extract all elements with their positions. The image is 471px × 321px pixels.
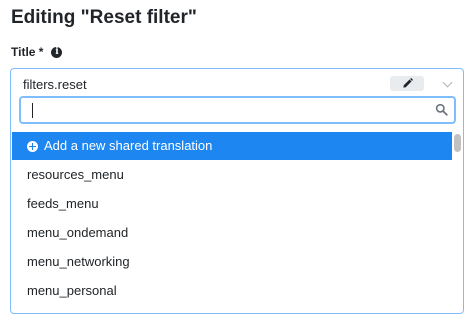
option-label: Add a new shared translation xyxy=(44,138,213,153)
list-item[interactable]: menu_personal xyxy=(12,276,452,305)
list-item[interactable]: menu_networking xyxy=(12,247,452,276)
pencil-icon xyxy=(402,78,413,88)
selected-value: filters.reset xyxy=(23,77,87,92)
options-list: Add a new shared translation resources_m… xyxy=(12,132,452,314)
title-field-label: Title * i xyxy=(11,45,63,59)
list-item[interactable]: resources_menu xyxy=(12,160,452,189)
title-label-text: Title * xyxy=(11,45,44,59)
scrollbar[interactable] xyxy=(452,132,463,314)
search-field[interactable] xyxy=(19,96,456,124)
list-item[interactable]: feeds_menu xyxy=(12,189,452,218)
search-input[interactable] xyxy=(25,100,433,120)
text-caret xyxy=(32,103,33,118)
add-shared-translation-option[interactable]: Add a new shared translation xyxy=(12,132,452,160)
edit-button[interactable] xyxy=(390,76,424,91)
plus-circle-icon xyxy=(27,140,38,152)
list-item[interactable]: menu_ondemand xyxy=(12,218,452,247)
info-icon[interactable]: i xyxy=(51,46,63,58)
chevron-down-icon[interactable] xyxy=(442,77,453,88)
search-icon xyxy=(435,103,448,116)
page-title: Editing "Reset filter" xyxy=(11,7,197,28)
title-select[interactable]: filters.reset Add a new shared translati… xyxy=(10,68,464,314)
scroll-thumb[interactable] xyxy=(454,134,461,152)
